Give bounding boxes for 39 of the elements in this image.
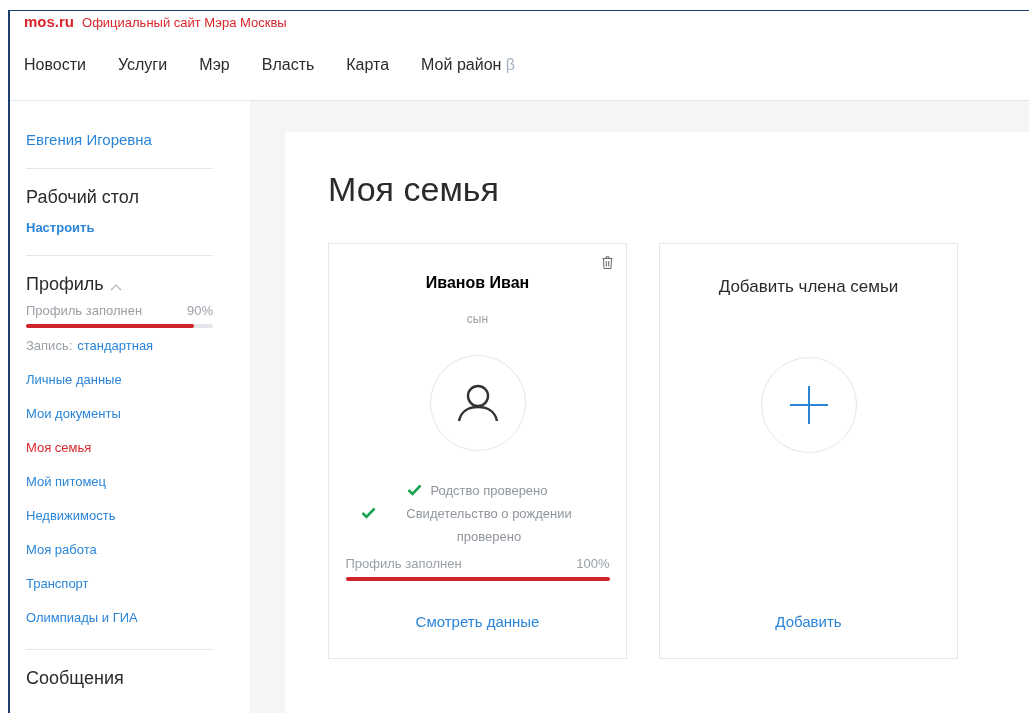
- nav-link[interactable]: Карта: [346, 56, 390, 74]
- member-relation: сын: [466, 312, 489, 326]
- plus-icon: [788, 385, 829, 425]
- sidebar-item[interactable]: Мой питомец: [26, 474, 213, 489]
- user-name-link[interactable]: Евгения Игоревна: [26, 131, 213, 148]
- sidebar-item[interactable]: Мои документы: [26, 406, 213, 421]
- section-title: Сообщения: [26, 668, 125, 689]
- trash-icon[interactable]: [602, 256, 613, 269]
- record-type-link[interactable]: стандартная: [77, 338, 154, 353]
- nav-link[interactable]: Власть: [261, 56, 315, 74]
- check-text: Свидетельство о рождении проверено: [405, 505, 573, 546]
- sidebar-item[interactable]: Личные данные: [26, 372, 213, 387]
- add-link[interactable]: Добавить: [775, 613, 842, 630]
- progress-reading: 100%: [576, 556, 610, 571]
- customize-link[interactable]: Настроить: [26, 220, 213, 235]
- section-title: Рабочий стол: [26, 187, 140, 208]
- section-title: Профиль: [26, 274, 104, 295]
- check-text: Родство проверено: [430, 482, 548, 500]
- site-logo[interactable]: mos.ru: [24, 13, 74, 30]
- card-title: Добавить члена семьи: [718, 277, 899, 297]
- sidebar-item[interactable]: Моя работа: [26, 542, 213, 557]
- sidebar-item[interactable]: Олимпиады и ГИА: [26, 610, 213, 625]
- site-tagline: Официальный сайт Мэра Москвы: [82, 15, 287, 30]
- sidebar-item[interactable]: Транспорт: [26, 576, 213, 591]
- progress-label: Профиль заполнен: [345, 556, 462, 571]
- page-title: Моя семья: [328, 170, 500, 209]
- nav-link[interactable]: Новости: [24, 56, 86, 74]
- sidebar-item[interactable]: Моя семья: [26, 440, 213, 455]
- member-name: Иванов Иван: [425, 274, 530, 292]
- person-icon: [456, 384, 499, 422]
- view-data-link[interactable]: Смотреть данные: [415, 613, 540, 630]
- sidebar-item[interactable]: Недвижимость: [26, 508, 213, 523]
- chevron-icon[interactable]: [109, 282, 122, 291]
- nav-link[interactable]: Мэр: [199, 56, 230, 74]
- progress-label: Профиль заполнен: [26, 303, 143, 318]
- nav-link[interactable]: Услуги: [117, 56, 168, 74]
- nav-link[interactable]: Мой район β: [421, 56, 516, 74]
- progress-reading: 90%: [186, 303, 213, 318]
- record-label: Запись:: [26, 338, 73, 353]
